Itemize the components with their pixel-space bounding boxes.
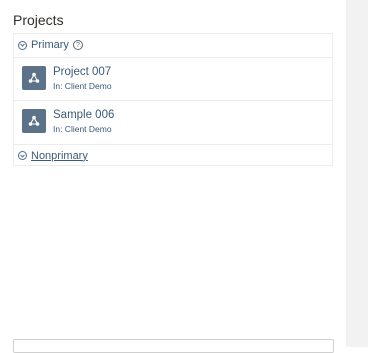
project-network-icon <box>22 109 46 133</box>
group-label-nonprimary[interactable]: Nonprimary <box>31 150 88 162</box>
help-icon[interactable]: ? <box>72 40 83 50</box>
panel-title: Projects <box>13 12 64 28</box>
group-header-primary[interactable]: Primary ? <box>14 34 332 56</box>
project-name-link[interactable]: Sample 006 <box>53 109 114 121</box>
project-row[interactable]: Sample 006 In: Client Demo <box>14 100 332 143</box>
project-location: In: Client Demo <box>53 81 112 91</box>
project-name-link[interactable]: Project 007 <box>53 66 111 78</box>
chevron-down-icon <box>18 40 27 50</box>
group-label-primary: Primary <box>31 39 69 51</box>
project-network-icon <box>22 66 46 90</box>
project-location: In: Client Demo <box>53 124 112 134</box>
projects-panel: Projects Primary ? Project 007 In: Clien… <box>0 0 346 353</box>
bottom-input-box[interactable] <box>13 339 334 353</box>
project-row[interactable]: Project 007 In: Client Demo <box>14 57 332 100</box>
projects-group-list: Primary ? Project 007 In: Client Demo Sa… <box>13 33 333 166</box>
side-gutter <box>346 0 368 347</box>
chevron-down-icon <box>18 151 27 160</box>
group-header-nonprimary[interactable]: Nonprimary <box>14 144 332 166</box>
